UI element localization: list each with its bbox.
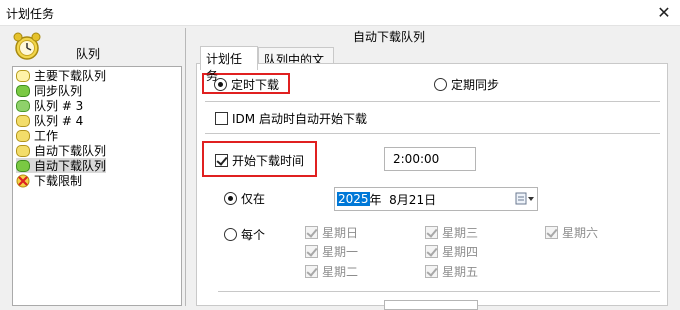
radio-button[interactable]: [224, 228, 237, 241]
queue-green-icon: [16, 159, 30, 172]
queue-name-header: 自动下载队列: [353, 30, 426, 44]
queue-item-auto-2-selected[interactable]: 自动下载队列: [16, 158, 107, 173]
checkbox-idm-startup[interactable]: IDM 启动时自动开始下载: [215, 110, 367, 127]
day-label: 星期日: [322, 226, 359, 240]
radio-button[interactable]: [224, 192, 237, 205]
checkbox-sunday[interactable]: 星期日: [305, 224, 358, 241]
checkbox-friday[interactable]: 星期五: [425, 263, 478, 280]
queue-folder-icon: [16, 99, 30, 112]
panel-divider: [185, 28, 186, 306]
window-title: 计划任务: [6, 7, 55, 21]
checkbox-saturday[interactable]: 星期六: [545, 224, 598, 241]
date-year[interactable]: 2025: [337, 192, 370, 206]
queue-item-sync[interactable]: 同步队列: [16, 83, 82, 98]
radio-label: 定期同步: [451, 78, 500, 92]
queue-item-main[interactable]: 主要下载队列: [16, 68, 106, 83]
checkbox-label: IDM 启动时自动开始下载: [232, 112, 367, 126]
radio-scheduled-download[interactable]: 定时下载: [214, 76, 279, 93]
date-picker[interactable]: 2025 年 8月21日: [334, 187, 538, 211]
title-bar: 计划任务 ✕: [0, 0, 680, 26]
day-label: 星期二: [322, 265, 359, 279]
start-time-value: 2:00:00: [393, 152, 440, 166]
queue-item-label: 下载限制: [34, 174, 83, 188]
queue-folder-icon: [16, 129, 30, 142]
divider: [205, 101, 660, 102]
queue-item-auto-1[interactable]: 自动下载队列: [16, 143, 106, 158]
partial-input[interactable]: [384, 300, 478, 310]
checkbox-monday[interactable]: 星期一: [305, 243, 358, 260]
main-queue-icon: [16, 69, 30, 82]
checkbox-start-time[interactable]: 开始下载时间: [215, 152, 304, 169]
radio-button[interactable]: [434, 78, 447, 91]
day-label: 星期五: [442, 265, 479, 279]
checkbox-label: 开始下载时间: [232, 154, 305, 168]
checkbox[interactable]: [305, 265, 318, 278]
queue-item-work[interactable]: 工作: [16, 128, 58, 143]
radio-periodic-sync[interactable]: 定期同步: [434, 76, 499, 93]
start-time-input[interactable]: 2:00:00: [384, 147, 476, 171]
date-month-day[interactable]: 年 8月21日: [370, 191, 437, 208]
checkbox[interactable]: [425, 226, 438, 239]
checkbox[interactable]: [545, 226, 558, 239]
checkbox[interactable]: [215, 154, 228, 167]
divider: [218, 291, 660, 292]
day-label: 星期三: [442, 226, 479, 240]
checkbox-tuesday[interactable]: 星期二: [305, 263, 358, 280]
day-label: 星期一: [322, 245, 359, 259]
queue-header: 队列: [2, 28, 182, 64]
radio-label: 定时下载: [231, 78, 280, 92]
radio-label: 仅在: [241, 192, 266, 206]
radio-once[interactable]: 仅在: [224, 190, 265, 207]
radio-every[interactable]: 每个: [224, 226, 265, 243]
day-label: 星期四: [442, 245, 479, 259]
radio-label: 每个: [241, 228, 266, 242]
queue-header-label: 队列: [76, 47, 101, 61]
queue-item-3[interactable]: 队列 # 3: [16, 98, 83, 113]
checkbox[interactable]: [425, 245, 438, 258]
checkbox-thursday[interactable]: 星期四: [425, 243, 478, 260]
divider: [205, 133, 660, 134]
sync-queue-icon: [16, 84, 30, 97]
queue-folder-icon: [16, 144, 30, 157]
queue-list[interactable]: 主要下载队列 同步队列 队列 # 3 队列 # 4 工作 自动下载队列 自动下载…: [12, 66, 182, 306]
checkbox-wednesday[interactable]: 星期三: [425, 224, 478, 241]
calendar-dropdown-icon[interactable]: [515, 192, 535, 209]
checkbox[interactable]: [305, 226, 318, 239]
checkbox[interactable]: [305, 245, 318, 258]
checkbox[interactable]: [215, 112, 228, 125]
queue-folder-icon: [16, 114, 30, 127]
queue-item-limit[interactable]: 下载限制: [16, 173, 82, 188]
tab-schedule[interactable]: 计划任务: [200, 46, 258, 83]
day-label: 星期六: [562, 226, 599, 240]
queue-item-4[interactable]: 队列 # 4: [16, 113, 83, 128]
checkbox[interactable]: [425, 265, 438, 278]
download-limit-icon: [16, 174, 30, 188]
close-icon[interactable]: ✕: [652, 2, 676, 24]
alarm-clock-icon: [13, 32, 41, 60]
